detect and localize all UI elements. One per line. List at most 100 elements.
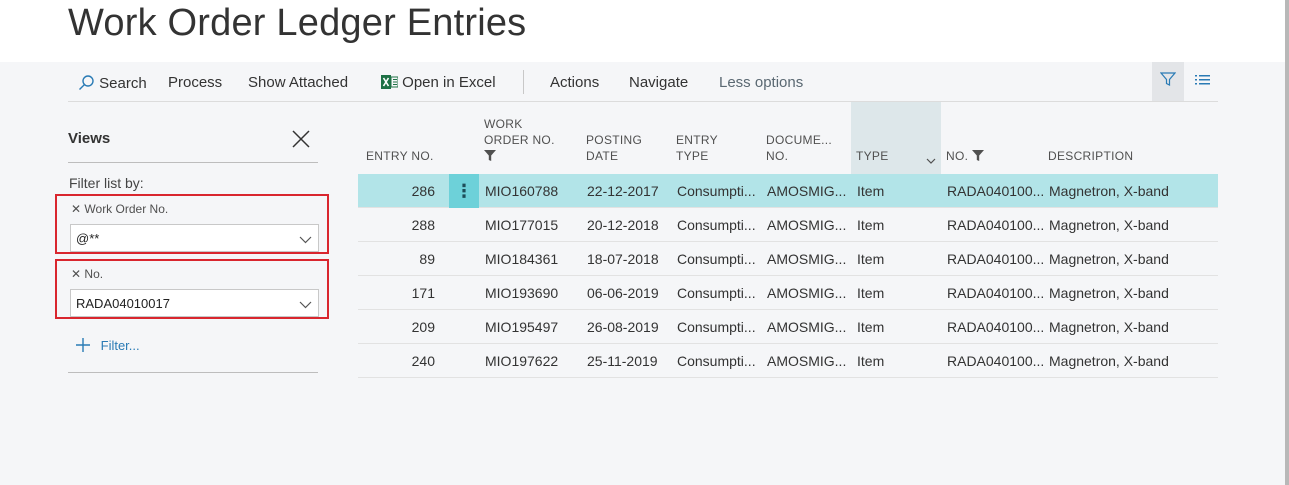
list-view-toggle[interactable]	[1188, 62, 1216, 101]
table-row[interactable]: 240 MIO197622 25-11-2019 Consumpti... AM…	[358, 344, 1218, 378]
column-header-line: WORK	[484, 117, 523, 131]
cell-type: Item	[857, 183, 885, 199]
cell-description: Magnetron, X-band	[1049, 183, 1169, 199]
cell-entry-type: Consumpti...	[677, 217, 756, 233]
cell-entry-type: Consumpti...	[677, 319, 756, 335]
close-views-button[interactable]	[290, 128, 312, 150]
add-filter-button[interactable]: Filter...	[75, 337, 140, 353]
cell-work-order-no[interactable]: MIO177015	[485, 217, 558, 233]
column-filter-icon	[484, 149, 555, 165]
chevron-down-icon[interactable]	[299, 297, 312, 312]
cell-no: RADA040100...	[947, 217, 1045, 233]
column-header-line: NO.	[766, 149, 789, 163]
column-header-document-no[interactable]: DOCUME... NO.	[766, 132, 832, 164]
cell-type: Item	[857, 217, 885, 233]
cell-work-order-no[interactable]: MIO184361	[485, 251, 558, 267]
column-header-line: POSTING	[586, 133, 643, 147]
cell-no: RADA040100...	[947, 353, 1045, 369]
cell-entry-no[interactable]: 89	[395, 251, 435, 267]
main-area: Search Process Show Attached Open in Exc…	[0, 62, 1285, 485]
plus-icon	[75, 338, 101, 353]
cell-entry-type: Consumpti...	[677, 353, 756, 369]
table-row[interactable]: 288 MIO177015 20-12-2018 Consumpti... AM…	[358, 208, 1218, 242]
cell-document-no: AMOSMIG...	[767, 217, 847, 233]
remove-filter-icon[interactable]: ✕	[71, 202, 81, 216]
cell-entry-type: Consumpti...	[677, 285, 756, 301]
excel-icon	[381, 74, 402, 91]
column-header-line: TYPE	[676, 149, 709, 163]
table-row[interactable]: 89 MIO184361 18-07-2018 Consumpti... AMO…	[358, 242, 1218, 276]
filter-field-name: No.	[84, 267, 104, 281]
filter-field-name: Work Order No.	[84, 202, 169, 216]
views-title: Views	[68, 130, 111, 147]
cell-type: Item	[857, 353, 885, 369]
cell-no: RADA040100...	[947, 251, 1045, 267]
column-header-type[interactable]: TYPE	[856, 148, 889, 164]
filter-no: ✕ No. RADA04010017	[55, 259, 329, 319]
cell-work-order-no[interactable]: MIO195497	[485, 319, 558, 335]
column-header-posting-date[interactable]: POSTING DATE	[586, 132, 642, 164]
chevron-down-icon[interactable]	[299, 232, 312, 247]
filter-value: RADA04010017	[76, 296, 170, 311]
close-icon	[290, 130, 312, 154]
column-filter-icon	[971, 149, 984, 163]
less-options-button[interactable]: Less options	[719, 74, 803, 91]
column-header-line: ENTRY	[676, 133, 718, 147]
cell-work-order-no[interactable]: MIO193690	[485, 285, 558, 301]
toolbar-separator	[523, 70, 524, 94]
cell-document-no: AMOSMIG...	[767, 251, 847, 267]
cell-entry-no[interactable]: 288	[395, 217, 435, 233]
remove-filter-icon[interactable]: ✕	[71, 267, 81, 281]
list-icon	[1194, 73, 1210, 91]
cell-entry-type: Consumpti...	[677, 183, 756, 199]
cell-description: Magnetron, X-band	[1049, 285, 1169, 301]
filter-work-order-no: ✕ Work Order No. @**	[55, 194, 329, 254]
process-button[interactable]: Process	[168, 74, 222, 91]
actions-menu[interactable]: Actions	[550, 74, 599, 91]
table-row[interactable]: 209 MIO195497 26-08-2019 Consumpti... AM…	[358, 310, 1218, 344]
action-bar: Search Process Show Attached Open in Exc…	[68, 62, 1218, 102]
cell-posting-date: 06-06-2019	[587, 285, 659, 301]
filter-pane-toggle[interactable]	[1152, 62, 1184, 101]
column-header-entry-no[interactable]: ENTRY NO.	[366, 148, 434, 164]
cell-entry-no[interactable]: 171	[395, 285, 435, 301]
column-header-line: ORDER NO.	[484, 133, 555, 147]
cell-type: Item	[857, 251, 885, 267]
search-label: Search	[99, 75, 147, 92]
cell-document-no: AMOSMIG...	[767, 183, 847, 199]
cell-description: Magnetron, X-band	[1049, 319, 1169, 335]
table-row[interactable]: 286 ⋮ MIO160788 22-12-2017 Consumpti... …	[358, 174, 1218, 208]
filter-value-input[interactable]: RADA04010017	[70, 289, 319, 317]
cell-entry-no[interactable]: 240	[395, 353, 435, 369]
cell-work-order-no[interactable]: MIO160788	[485, 183, 558, 199]
cell-posting-date: 20-12-2018	[587, 217, 659, 233]
column-menu-chevron-icon[interactable]	[926, 152, 936, 170]
filter-value-input[interactable]: @**	[70, 224, 319, 252]
row-actions-button[interactable]: ⋮	[449, 174, 479, 208]
column-header-entry-type[interactable]: ENTRY TYPE	[676, 132, 718, 164]
column-header-no[interactable]: NO.	[946, 148, 984, 164]
filter-value: @**	[76, 231, 100, 246]
cell-type: Item	[857, 319, 885, 335]
cell-no: RADA040100...	[947, 285, 1045, 301]
cell-posting-date: 22-12-2017	[587, 183, 659, 199]
search-button[interactable]: Search	[78, 74, 147, 92]
cell-entry-no[interactable]: 209	[395, 319, 435, 335]
cell-entry-type: Consumpti...	[677, 251, 756, 267]
filter-label: ✕ No.	[71, 267, 103, 281]
column-header-label: NO.	[946, 149, 969, 163]
show-attached-button[interactable]: Show Attached	[248, 74, 348, 91]
column-header-line: DOCUME...	[766, 133, 833, 147]
navigate-menu[interactable]: Navigate	[629, 74, 688, 91]
cell-posting-date: 26-08-2019	[587, 319, 659, 335]
column-header-line: DATE	[586, 149, 619, 163]
column-header-work-order-no[interactable]: WORK ORDER NO.	[484, 116, 555, 165]
open-in-excel-label: Open in Excel	[402, 74, 496, 91]
cell-work-order-no[interactable]: MIO197622	[485, 353, 558, 369]
column-header-description[interactable]: DESCRIPTION	[1048, 148, 1133, 164]
open-in-excel-button[interactable]: Open in Excel	[381, 74, 496, 91]
filter-pane-divider	[68, 372, 318, 373]
cell-description: Magnetron, X-band	[1049, 251, 1169, 267]
cell-entry-no[interactable]: 286	[395, 183, 435, 199]
table-row[interactable]: 171 MIO193690 06-06-2019 Consumpti... AM…	[358, 276, 1218, 310]
